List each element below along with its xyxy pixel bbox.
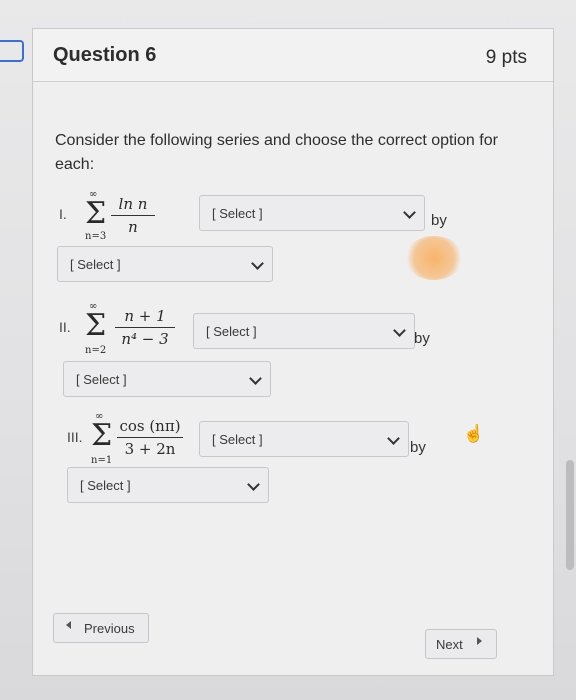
question-card: Question 6 9 pts Consider the following … bbox=[32, 28, 554, 676]
chevron-down-icon bbox=[247, 478, 260, 491]
by-label: by bbox=[414, 330, 430, 347]
fraction: n + 1 n⁴ − 3 bbox=[115, 307, 175, 348]
denominator: n bbox=[128, 218, 138, 236]
arrow-right-icon bbox=[477, 637, 482, 645]
scrollbar[interactable] bbox=[566, 460, 574, 570]
series-formula: ∞ Σ n=3 ln n n bbox=[85, 189, 175, 242]
hand-pointer-icon: ☝ bbox=[463, 424, 485, 443]
select-value: [ Select ] bbox=[212, 432, 263, 447]
series-2-select-a[interactable]: [ Select ] bbox=[193, 313, 415, 349]
numerator: ln n bbox=[118, 195, 148, 213]
select-value: [ Select ] bbox=[76, 372, 127, 387]
series-numeral: III. bbox=[67, 429, 83, 445]
screen: Question 6 9 pts Consider the following … bbox=[0, 0, 576, 700]
fraction-bar bbox=[115, 327, 175, 328]
select-value: [ Select ] bbox=[212, 206, 263, 221]
series-1-select-a[interactable]: [ Select ] bbox=[199, 195, 425, 231]
fraction: ln n n bbox=[111, 195, 155, 236]
fraction-bar bbox=[111, 215, 155, 216]
series-formula: ∞ Σ n=1 cos (nπ) 3 + 2n bbox=[91, 411, 201, 467]
series-1-select-b[interactable]: [ Select ] bbox=[57, 246, 273, 282]
next-label: Next bbox=[436, 637, 463, 652]
series-numeral: II. bbox=[59, 319, 71, 335]
next-button[interactable]: Next bbox=[425, 629, 497, 659]
previous-button[interactable]: Previous bbox=[53, 613, 149, 643]
chevron-down-icon bbox=[403, 206, 416, 219]
series-3-select-a[interactable]: [ Select ] bbox=[199, 421, 409, 457]
sum-lower-limit: n=2 bbox=[85, 345, 107, 356]
question-header: Question 6 9 pts bbox=[33, 29, 553, 82]
sigma-symbol: Σ bbox=[85, 196, 107, 231]
sum-lower-limit: n=1 bbox=[91, 455, 113, 466]
bookmark-flag-icon[interactable] bbox=[0, 40, 24, 62]
by-label: by bbox=[431, 212, 447, 229]
by-label: by bbox=[410, 439, 426, 456]
numerator: n + 1 bbox=[124, 307, 166, 325]
denominator: n⁴ − 3 bbox=[121, 330, 169, 348]
question-prompt: Consider the following series and choose… bbox=[55, 132, 498, 173]
sigma-symbol: Σ bbox=[85, 308, 107, 343]
series-formula: ∞ Σ n=2 n + 1 n⁴ − 3 bbox=[85, 301, 195, 357]
select-value: [ Select ] bbox=[206, 324, 257, 339]
sum-lower-limit: n=3 bbox=[85, 231, 107, 242]
fraction: cos (nπ) 3 + 2n bbox=[117, 417, 183, 458]
numerator: cos (nπ) bbox=[119, 417, 181, 435]
question-points: 9 pts bbox=[485, 47, 527, 68]
chevron-down-icon bbox=[249, 372, 262, 385]
select-value: [ Select ] bbox=[80, 478, 131, 493]
question-title: Question 6 bbox=[53, 44, 157, 66]
select-value: [ Select ] bbox=[70, 257, 121, 272]
screen-glare bbox=[405, 236, 463, 280]
sigma-symbol: Σ bbox=[91, 418, 113, 453]
series-2-select-b[interactable]: [ Select ] bbox=[63, 361, 271, 397]
arrow-left-icon bbox=[66, 621, 71, 629]
denominator: 3 + 2n bbox=[124, 440, 176, 458]
fraction-bar bbox=[117, 437, 183, 438]
series-numeral: I. bbox=[59, 206, 67, 222]
previous-label: Previous bbox=[84, 621, 135, 636]
chevron-down-icon bbox=[387, 432, 400, 445]
series-3-select-b[interactable]: [ Select ] bbox=[67, 467, 269, 503]
chevron-down-icon bbox=[251, 257, 264, 270]
chevron-down-icon bbox=[393, 324, 406, 337]
